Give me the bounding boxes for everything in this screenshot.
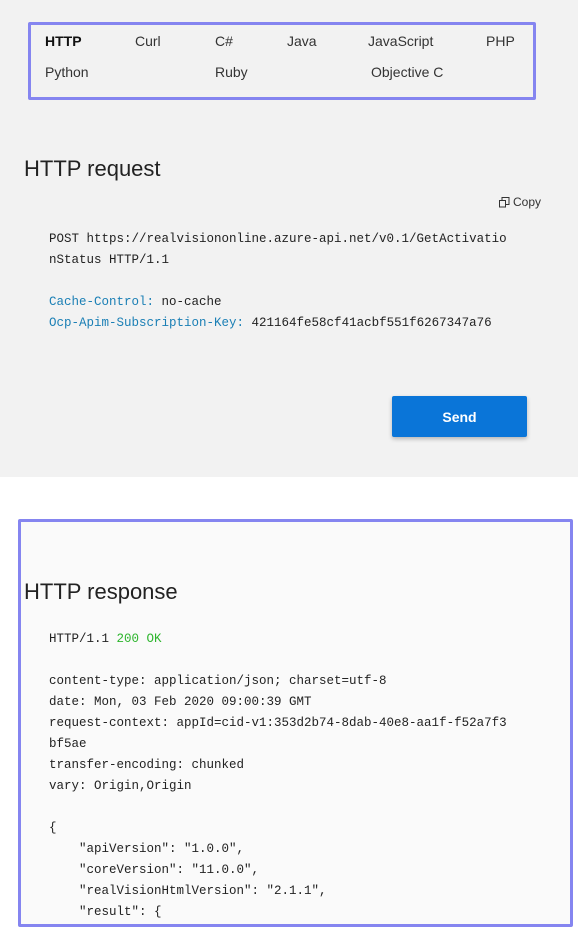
response-line: date: Mon, 03 Feb 2020 09:00:39 GMT: [49, 695, 312, 709]
response-line: bf5ae: [49, 737, 87, 751]
tab-python[interactable]: Python: [45, 64, 89, 80]
tab-javascript[interactable]: JavaScript: [368, 33, 433, 49]
response-panel: HTTP response HTTP/1.1 200 OK content-ty…: [18, 519, 573, 927]
request-section: HTTP Curl C# Java JavaScript PHP Python …: [0, 0, 578, 477]
language-tabs: HTTP Curl C# Java JavaScript PHP Python …: [28, 22, 536, 100]
tab-csharp[interactable]: C#: [215, 33, 233, 49]
header-value: no-cache: [154, 295, 222, 309]
request-title: HTTP request: [24, 156, 161, 181]
tab-ruby[interactable]: Ruby: [215, 64, 248, 80]
tab-curl[interactable]: Curl: [135, 33, 161, 49]
send-button[interactable]: Send: [392, 396, 527, 437]
response-line: "apiVersion": "1.0.0",: [49, 842, 245, 856]
copy-icon: [499, 196, 510, 207]
header-key: Cache-Control:: [49, 295, 155, 309]
copy-button[interactable]: Copy: [499, 195, 541, 209]
tab-java[interactable]: Java: [287, 33, 317, 49]
response-line: {: [49, 821, 57, 835]
tab-http[interactable]: HTTP: [45, 33, 82, 49]
tab-php[interactable]: PHP: [486, 33, 515, 49]
response-line: "result": {: [49, 905, 162, 919]
response-code: HTTP/1.1 200 OK content-type: applicatio…: [49, 629, 507, 923]
request-line-2: nStatus HTTP/1.1: [49, 253, 170, 267]
copy-label: Copy: [513, 195, 542, 209]
response-line: "realVisionHtmlVersion": "2.1.1",: [49, 884, 327, 898]
header-key: Ocp-Apim-Subscription-Key:: [49, 316, 245, 330]
response-line: request-context: appId=cid-v1:353d2b74-8…: [49, 716, 507, 730]
request-line-1: POST https://realvisiononline.azure-api.…: [49, 232, 507, 246]
response-title: HTTP response: [24, 579, 178, 604]
response-line: transfer-encoding: chunked: [49, 758, 245, 772]
request-code: POST https://realvisiononline.azure-api.…: [49, 229, 507, 334]
response-line: "coreVersion": "11.0.0",: [49, 863, 260, 877]
status-prefix: HTTP/1.1: [49, 632, 117, 646]
tab-objective-c[interactable]: Objective C: [371, 64, 443, 80]
response-line: vary: Origin,Origin: [49, 779, 192, 793]
status-code: 200 OK: [116, 632, 162, 646]
header-value: 421164fe58cf41acbf551f6267347a76: [244, 316, 492, 330]
response-line: content-type: application/json; charset=…: [49, 674, 387, 688]
